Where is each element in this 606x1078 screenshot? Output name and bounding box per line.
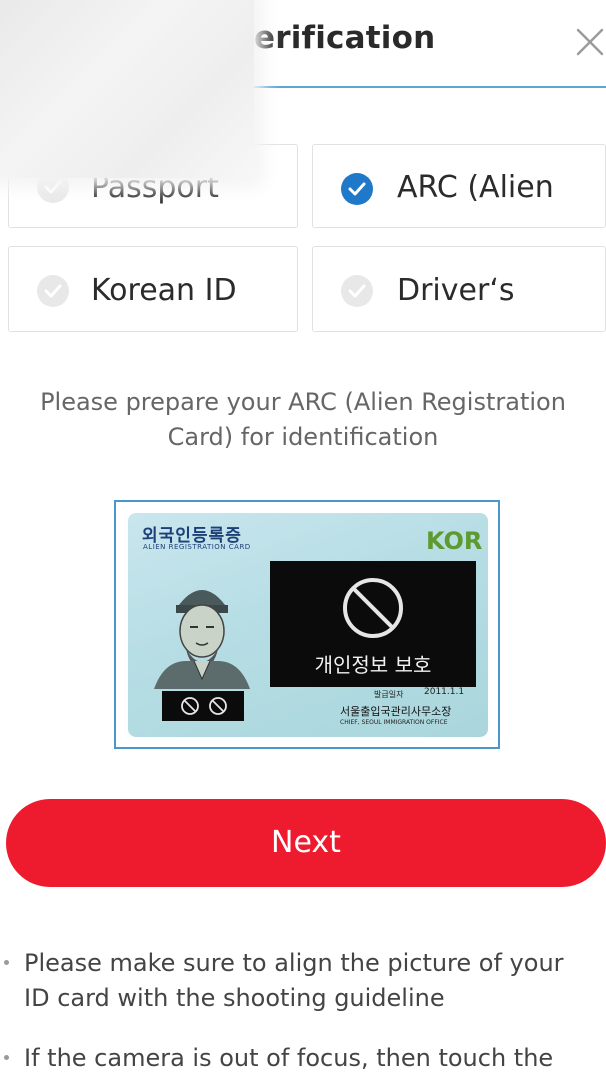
note-line: Please make sure to align the picture of… bbox=[24, 949, 564, 977]
note-line: If the camera is out of focus, then touc… bbox=[24, 1044, 554, 1072]
header-underline bbox=[252, 86, 606, 88]
card-issue-date: 2011.1.1 bbox=[424, 687, 465, 697]
prohibited-icon bbox=[209, 697, 227, 715]
note-text: If the camera is out of focus, then touc… bbox=[24, 1041, 604, 1076]
instruction-line-1: Please prepare your ARC (Alien Registrat… bbox=[40, 388, 566, 416]
card-date-label: 발급일자 bbox=[374, 690, 404, 699]
note-item: If the camera is out of focus, then touc… bbox=[0, 1041, 606, 1078]
prohibited-icon bbox=[343, 578, 403, 638]
prohibited-icon bbox=[181, 697, 199, 715]
instruction-text: Please prepare your ARC (Alien Registrat… bbox=[0, 385, 606, 455]
card-subtitle: ALIEN REGISTRATION CARD bbox=[143, 543, 251, 551]
bullet-icon bbox=[4, 1055, 9, 1060]
card-guide-frame: 외국인등록증 ALIEN REGISTRATION CARD KOR 개인정보 … bbox=[114, 500, 500, 749]
option-label: Korean ID bbox=[91, 273, 237, 308]
check-circle-icon bbox=[37, 275, 69, 307]
option-korean-id[interactable]: Korean ID bbox=[8, 246, 298, 332]
option-arc[interactable]: ARC (Alien bbox=[312, 144, 606, 228]
note-item: Please make sure to align the picture of… bbox=[0, 946, 606, 1018]
option-drivers-license[interactable]: Driver‘s bbox=[312, 246, 606, 332]
blurred-region bbox=[0, 0, 254, 178]
option-label: Driver‘s bbox=[397, 273, 515, 308]
privacy-mask: 개인정보 보호 bbox=[270, 561, 476, 687]
check-circle-icon bbox=[341, 173, 373, 205]
note-text: Please make sure to align the picture of… bbox=[24, 946, 604, 1016]
portrait-image bbox=[154, 590, 250, 689]
privacy-label: 개인정보 보호 bbox=[314, 653, 432, 677]
card-issuer: 서울출입국관리사무소장 bbox=[340, 705, 452, 718]
option-label: ARC (Alien bbox=[397, 170, 554, 205]
page-title: erification bbox=[254, 20, 436, 56]
bullet-icon bbox=[4, 960, 9, 965]
instruction-line-2: Card) for identification bbox=[167, 423, 439, 451]
note-line: ID card with the shooting guideline bbox=[24, 984, 445, 1012]
sample-arc-card: 외국인등록증 ALIEN REGISTRATION CARD KOR 개인정보 … bbox=[128, 513, 488, 737]
small-privacy-mask bbox=[162, 691, 244, 721]
next-button[interactable]: Next bbox=[6, 799, 606, 887]
card-country-code: KOR bbox=[426, 527, 483, 555]
close-icon[interactable] bbox=[574, 26, 606, 58]
card-issuer-english: CHIEF, SEOUL IMMIGRATION OFFICE bbox=[340, 719, 448, 726]
check-circle-icon bbox=[341, 275, 373, 307]
